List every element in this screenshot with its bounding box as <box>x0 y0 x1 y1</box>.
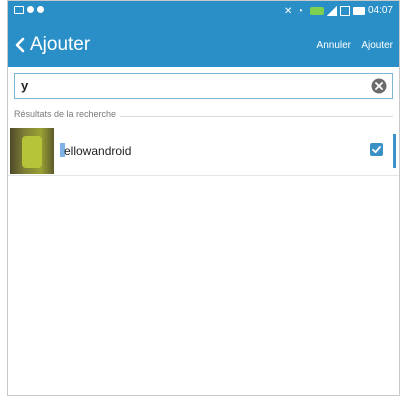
search-input[interactable]: y <box>14 73 393 99</box>
back-button[interactable]: Ajouter <box>14 23 90 67</box>
notification-icons <box>14 6 44 14</box>
cancel-button[interactable]: Annuler <box>317 23 351 67</box>
contact-name-text: ellowandroid <box>64 144 132 158</box>
sim-icon <box>339 5 350 16</box>
clear-circle-icon[interactable] <box>371 78 387 94</box>
wifi-icon: ◔ <box>296 5 304 17</box>
checkmark-icon <box>372 146 381 154</box>
notification-icon <box>14 6 24 14</box>
mute-icon: ✕ <box>283 5 293 17</box>
system-icons: ✕ ◔ 04:07 <box>283 5 393 17</box>
results-header-label: Résultats de la recherche <box>14 109 121 119</box>
data-icon <box>309 6 324 15</box>
chevron-left-icon <box>15 37 25 53</box>
notification-icon <box>27 6 34 13</box>
scrollbar[interactable] <box>393 134 396 168</box>
contact-name: ellowandroid <box>60 143 131 158</box>
list-item[interactable]: ellowandroid <box>8 127 399 176</box>
phone-screen: ✕ ◔ 04:07 Ajouter Annuler Ajouter y Résu… <box>7 0 400 396</box>
action-bar: Ajouter Annuler Ajouter <box>8 23 399 67</box>
avatar-shape <box>22 136 42 168</box>
select-checkbox[interactable] <box>370 143 383 156</box>
contact-avatar <box>10 128 54 174</box>
status-bar: ✕ ◔ 04:07 <box>8 1 399 23</box>
page-title: Ajouter <box>30 34 91 55</box>
battery-icon <box>352 6 365 15</box>
search-input-value: y <box>21 78 29 93</box>
results-section-header: Résultats de la recherche <box>14 109 393 123</box>
add-button[interactable]: Ajouter <box>361 23 393 67</box>
signal-icon <box>326 5 337 16</box>
status-time: 04:07 <box>367 5 393 16</box>
notification-icon <box>37 6 44 13</box>
